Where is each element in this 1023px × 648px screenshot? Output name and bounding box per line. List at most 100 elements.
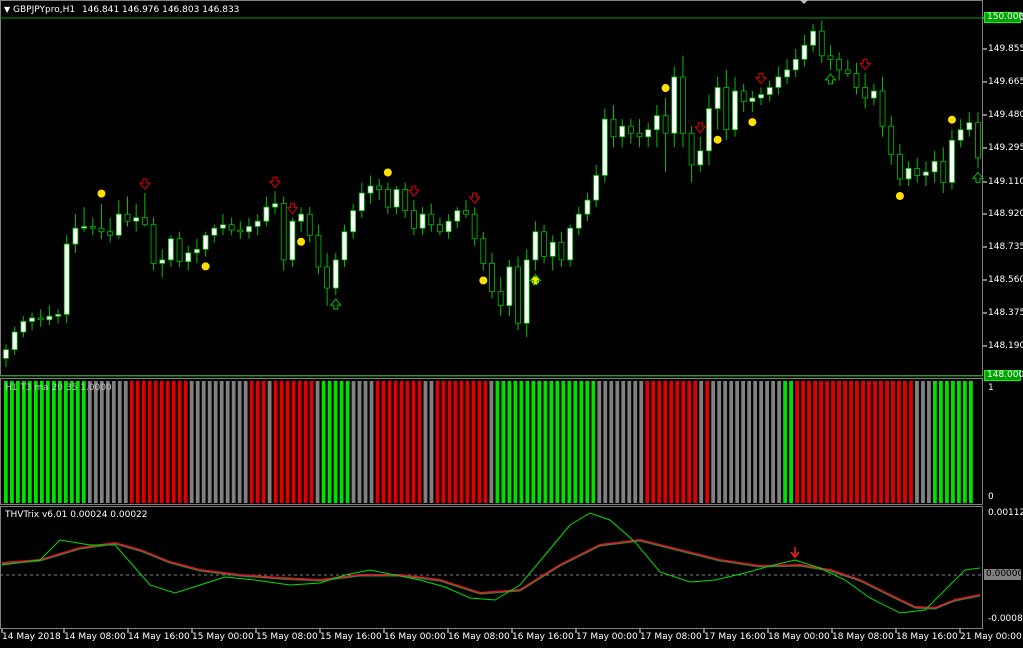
candle-body [419,213,426,229]
signal-dot [748,118,757,127]
candle-body [367,185,374,194]
candle-body [584,199,591,215]
t3ma-bar [765,381,770,503]
candle-body [905,168,912,180]
t3ma-bar [561,381,566,503]
t3ma-bar [813,381,817,503]
candle-body [384,189,391,208]
up-arrow-icon [824,73,837,85]
t3ma-bar [135,381,140,503]
t3ma-bar [21,381,26,503]
t3ma-bar [819,381,823,503]
t3ma-bar [615,381,620,503]
down-arrow-icon [859,58,872,71]
chart-canvas[interactable] [0,0,1023,648]
t3ma-bar [945,381,949,503]
candle-body [11,331,18,351]
price-tick: 148.735 [988,242,1023,252]
candle-body [228,224,235,231]
t3ma-bar [849,381,853,503]
t3ma-bar [411,381,416,503]
candle-body [150,224,157,264]
t3ma-bar [87,381,92,503]
down-arrow-icon [286,203,299,215]
time-tick: 17 May 08:00 [640,632,702,642]
candle-body [610,118,617,138]
candle-body [567,227,574,261]
t3ma-bar [195,381,200,503]
price-tick: 148.375 [988,308,1023,318]
triangle-down-icon[interactable]: ▼ [4,5,10,14]
t3ma-bar [717,381,722,503]
t3ma-bar [147,381,152,503]
t3ma-bar [375,381,380,503]
candle-body [98,227,105,233]
signal-dot [947,115,956,124]
t3ma-bar [759,381,764,503]
candle-body [697,150,704,166]
t3ma-bar [453,381,458,503]
t3ma-bar [363,381,368,503]
t3ma-bar [741,381,746,503]
bottom-price-marker: 148.000 [984,370,1023,381]
t3ma-bar [393,381,398,503]
t3ma-bar [63,381,68,503]
t3ma-bar [651,381,656,503]
t3ma-bar [597,381,602,503]
t3ma-bar [921,381,925,503]
t3ma-bar [543,381,548,503]
t3ma-bar [903,381,907,503]
ohlc-readout: 146.841 146.976 146.803 146.833 [81,5,240,15]
candle-body [220,224,226,229]
t3ma-bar [249,381,254,503]
candle-body [263,206,270,222]
t3ma-bar [951,381,955,503]
price-tick: 148.920 [988,209,1023,219]
candle-body [966,122,973,131]
candle-body [410,210,417,229]
t3ma-bar [915,381,919,503]
signal-dot [383,168,392,177]
t3ma-bar [357,381,362,503]
t3ma-bar [891,381,895,503]
t3ma-bar [93,381,98,503]
candle-body [680,76,686,134]
t3ma-bar [111,381,116,503]
candle-body [350,210,357,233]
t3ma-bar [189,381,194,503]
candle-body [332,259,339,289]
t3ma-bar [153,381,158,503]
t3ma-bar [909,381,913,503]
candle-body [55,314,61,317]
candle-body [523,259,530,324]
t3ma-bar [519,381,524,503]
t3ma-bar [753,381,758,503]
t3ma-bar [531,381,536,503]
candle-body [315,234,322,268]
t3ma-bar [4,381,8,503]
t3ma-bar [705,381,710,503]
t3ma-bar [657,381,662,503]
candle-body [167,238,174,261]
t3ma-bar [795,381,799,503]
t3ma-bar [117,381,122,503]
t3ma-bar [339,381,344,503]
candle-body [662,115,669,134]
candle-body [853,73,860,88]
candle-body [37,317,44,321]
candle-body [506,266,513,307]
candle-body [393,189,400,208]
t3ma-bar [777,381,781,503]
candle-body [619,125,626,138]
signal-dot [97,189,106,198]
t3ma-bar [549,381,554,503]
thvtrix-fast-line [1,512,981,614]
t3ma-bar [333,381,338,503]
candle-body [445,220,452,233]
t3ma-bar [735,381,740,503]
t3ma-bar [747,381,752,503]
t3ma-scale-max: 1 [988,383,994,393]
t3ma-bar [879,381,883,503]
t3ma-bar [225,381,230,503]
t3ma-bar [627,381,632,503]
